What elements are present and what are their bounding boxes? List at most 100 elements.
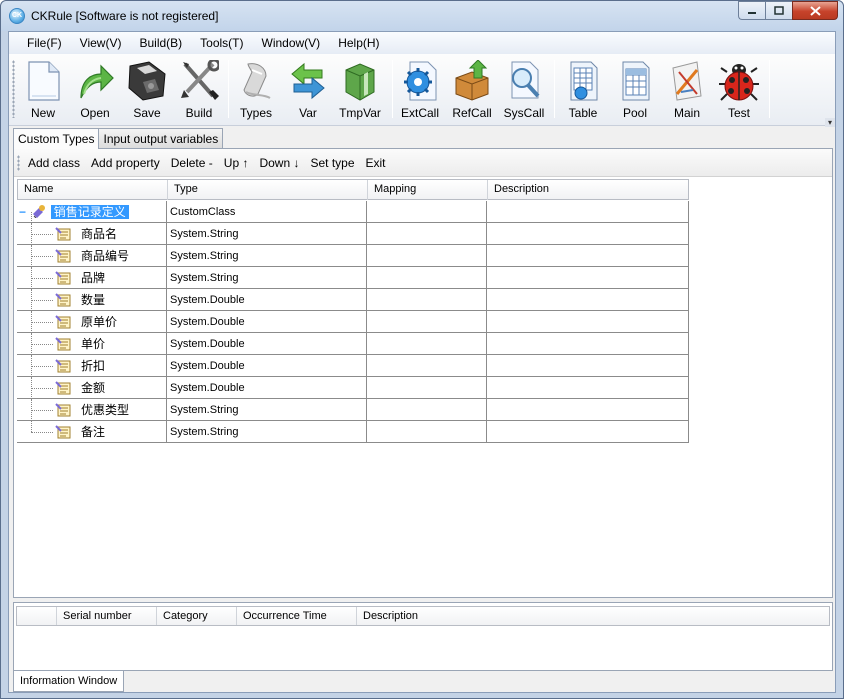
property-description-cell[interactable] xyxy=(487,377,689,399)
property-description-cell[interactable] xyxy=(487,311,689,333)
property-name-cell[interactable]: 备注 xyxy=(17,421,167,443)
root-description-cell[interactable] xyxy=(487,201,689,223)
main-button[interactable]: Main xyxy=(662,58,712,122)
property-type-cell[interactable]: System.String xyxy=(167,399,367,421)
build-button[interactable]: Build xyxy=(174,58,224,122)
table-row[interactable]: 数量 System.Double xyxy=(17,289,689,311)
table-row-root[interactable]: − 销售记录定义 CustomClass xyxy=(17,201,689,223)
root-name-cell[interactable]: − 销售记录定义 xyxy=(17,201,167,223)
menu-window[interactable]: Window(V) xyxy=(253,36,330,50)
property-name-cell[interactable]: 数量 xyxy=(17,289,167,311)
menu-file[interactable]: File(F) xyxy=(18,36,71,50)
table-row[interactable]: 原单价 System.Double xyxy=(17,311,689,333)
property-mapping-cell[interactable] xyxy=(367,245,487,267)
property-name-cell[interactable]: 品牌 xyxy=(17,267,167,289)
refcall-button[interactable]: RefCall xyxy=(447,58,497,122)
property-type-cell[interactable]: System.Double xyxy=(167,377,367,399)
info-column-header-serial[interactable]: Serial number xyxy=(57,607,157,625)
tree-collapse-toggle[interactable]: − xyxy=(19,205,26,219)
property-name-cell[interactable]: 商品名 xyxy=(17,223,167,245)
column-header-mapping[interactable]: Mapping xyxy=(368,180,488,200)
property-name-cell[interactable]: 优惠类型 xyxy=(17,399,167,421)
extcall-button[interactable]: ExtCall xyxy=(395,58,445,122)
property-description-cell[interactable] xyxy=(487,333,689,355)
types-toolbar-grip[interactable] xyxy=(17,154,20,171)
property-mapping-cell[interactable] xyxy=(367,421,487,443)
property-type-cell[interactable]: System.Double xyxy=(167,311,367,333)
root-type-cell[interactable]: CustomClass xyxy=(167,201,367,223)
property-description-cell[interactable] xyxy=(487,289,689,311)
syscall-button[interactable]: SysCall xyxy=(499,58,549,122)
add-property-button[interactable]: Add property xyxy=(91,156,160,170)
property-mapping-cell[interactable] xyxy=(367,289,487,311)
tmpvar-button[interactable]: TmpVar xyxy=(335,58,385,122)
property-mapping-cell[interactable] xyxy=(367,267,487,289)
column-header-type[interactable]: Type xyxy=(168,180,368,200)
new-button[interactable]: New xyxy=(18,58,68,122)
info-column-header-description[interactable]: Description xyxy=(357,607,829,625)
column-header-name[interactable]: Name xyxy=(18,180,168,200)
move-down-button[interactable]: Down ↓ xyxy=(259,156,299,170)
property-type-cell[interactable]: System.Double xyxy=(167,333,367,355)
table-row[interactable]: 优惠类型 System.String xyxy=(17,399,689,421)
menu-build[interactable]: Build(B) xyxy=(130,36,191,50)
property-name-cell[interactable]: 原单价 xyxy=(17,311,167,333)
property-type-cell[interactable]: System.Double xyxy=(167,289,367,311)
property-name-cell[interactable]: 折扣 xyxy=(17,355,167,377)
property-mapping-cell[interactable] xyxy=(367,399,487,421)
types-button[interactable]: Types xyxy=(231,58,281,122)
pool-button[interactable]: Pool xyxy=(610,58,660,122)
toolbar-overflow-button[interactable]: ▾ xyxy=(825,118,835,127)
move-up-button[interactable]: Up ↑ xyxy=(224,156,249,170)
property-mapping-cell[interactable] xyxy=(367,333,487,355)
property-type-cell[interactable]: System.String xyxy=(167,223,367,245)
var-button[interactable]: Var xyxy=(283,58,333,122)
exit-button[interactable]: Exit xyxy=(366,156,386,170)
column-header-description[interactable]: Description xyxy=(488,180,688,200)
property-description-cell[interactable] xyxy=(487,399,689,421)
set-type-button[interactable]: Set type xyxy=(310,156,354,170)
table-row[interactable]: 备注 System.String xyxy=(17,421,689,443)
table-row[interactable]: 单价 System.Double xyxy=(17,333,689,355)
table-button[interactable]: Table xyxy=(558,58,608,122)
property-description-cell[interactable] xyxy=(487,223,689,245)
property-mapping-cell[interactable] xyxy=(367,223,487,245)
property-description-cell[interactable] xyxy=(487,355,689,377)
save-button[interactable]: Save xyxy=(122,58,172,122)
property-mapping-cell[interactable] xyxy=(367,311,487,333)
property-name-cell[interactable]: 商品编号 xyxy=(17,245,167,267)
property-mapping-cell[interactable] xyxy=(367,377,487,399)
delete-button[interactable]: Delete - xyxy=(171,156,213,170)
table-row[interactable]: 品牌 System.String xyxy=(17,267,689,289)
open-button[interactable]: Open xyxy=(70,58,120,122)
test-button[interactable]: Test xyxy=(714,58,764,122)
table-row[interactable]: 商品编号 System.String xyxy=(17,245,689,267)
table-row[interactable]: 商品名 System.String xyxy=(17,223,689,245)
info-column-header-time[interactable]: Occurrence Time xyxy=(237,607,357,625)
property-description-cell[interactable] xyxy=(487,267,689,289)
property-mapping-cell[interactable] xyxy=(367,355,487,377)
property-description-cell[interactable] xyxy=(487,245,689,267)
property-type-cell[interactable]: System.Double xyxy=(167,355,367,377)
property-name-cell[interactable]: 金额 xyxy=(17,377,167,399)
table-row[interactable]: 金额 System.Double xyxy=(17,377,689,399)
info-column-header-blank[interactable] xyxy=(17,607,57,625)
close-button[interactable] xyxy=(792,1,838,20)
property-type-cell[interactable]: System.String xyxy=(167,267,367,289)
title-bar[interactable]: CK CKRule [Software is not registered] xyxy=(1,1,843,31)
property-description-cell[interactable] xyxy=(487,421,689,443)
add-class-button[interactable]: Add class xyxy=(28,156,80,170)
property-type-cell[interactable]: System.String xyxy=(167,421,367,443)
tab-custom-types[interactable]: Custom Types xyxy=(13,128,100,149)
property-name-cell[interactable]: 单价 xyxy=(17,333,167,355)
tab-information-window[interactable]: Information Window xyxy=(13,671,125,692)
table-row[interactable]: 折扣 System.Double xyxy=(17,355,689,377)
minimize-button[interactable] xyxy=(738,1,765,20)
maximize-button[interactable] xyxy=(765,1,792,20)
info-column-header-category[interactable]: Category xyxy=(157,607,237,625)
property-type-cell[interactable]: System.String xyxy=(167,245,367,267)
tab-input-output-variables[interactable]: Input output variables xyxy=(98,128,224,148)
menu-help[interactable]: Help(H) xyxy=(329,36,388,50)
menu-tools[interactable]: Tools(T) xyxy=(191,36,252,50)
menu-view[interactable]: View(V) xyxy=(71,36,131,50)
